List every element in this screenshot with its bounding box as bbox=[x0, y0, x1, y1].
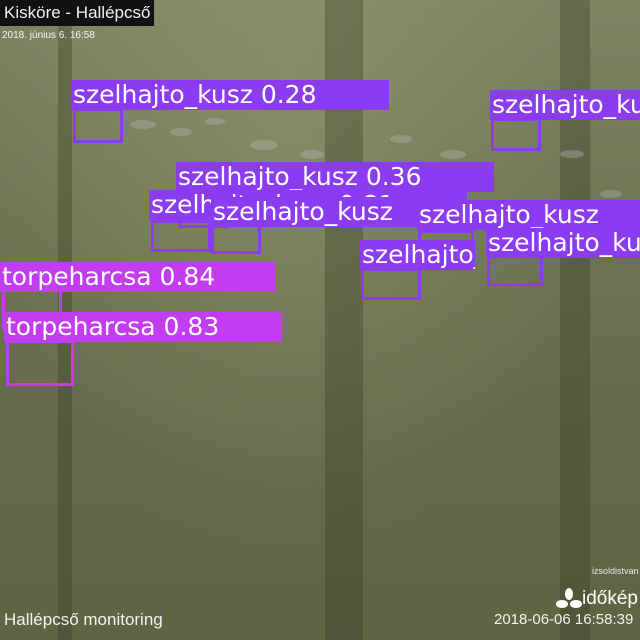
detection-label: torpeharcsa 0.83 bbox=[4, 312, 282, 342]
detection-label: szelhajto_kusz bbox=[360, 240, 475, 270]
detection-box bbox=[211, 224, 261, 254]
photographer-credit: izsoldistvan bbox=[592, 566, 639, 576]
fish-shape bbox=[560, 150, 584, 158]
monitoring-label: Hallépcső monitoring bbox=[4, 610, 163, 629]
fish-shape bbox=[205, 118, 225, 125]
detection-box bbox=[151, 220, 211, 252]
fish-shape bbox=[440, 150, 466, 159]
camera-frame: Kisköre - Hallépcső 2018. június 6. 16:5… bbox=[0, 0, 640, 640]
detection-box bbox=[487, 254, 543, 286]
detection-label: szelhajto_kusz 0. bbox=[490, 90, 640, 120]
detection-label: szelhajto_kusz bbox=[417, 200, 640, 230]
detection-label: szelhajto_kusz 0.28 bbox=[71, 80, 389, 110]
idokep-logo-text: időkép bbox=[582, 588, 638, 609]
fish-shape bbox=[600, 190, 622, 198]
fish-shape bbox=[390, 135, 412, 143]
detection-box bbox=[361, 268, 421, 300]
fish-shape bbox=[250, 140, 278, 150]
fish-shape bbox=[170, 128, 192, 136]
detection-label: szelhajto_kusz 0. bbox=[486, 228, 640, 258]
fish-shape bbox=[130, 120, 156, 129]
idokep-logo-icon bbox=[556, 588, 582, 608]
date-text: 2018. június 6. 16:58 bbox=[2, 30, 95, 41]
location-title: Kisköre - Hallépcső bbox=[0, 0, 155, 26]
detection-box bbox=[491, 118, 541, 151]
fish-shape bbox=[300, 150, 324, 159]
detection-label: szelhajto_kusz bbox=[211, 197, 421, 227]
detection-box bbox=[6, 340, 74, 386]
detection-label: szelhajto_kusz 0.36 bbox=[176, 162, 494, 192]
detection-label: torpeharcsa 0.84 bbox=[0, 262, 276, 292]
detection-box bbox=[73, 108, 123, 143]
